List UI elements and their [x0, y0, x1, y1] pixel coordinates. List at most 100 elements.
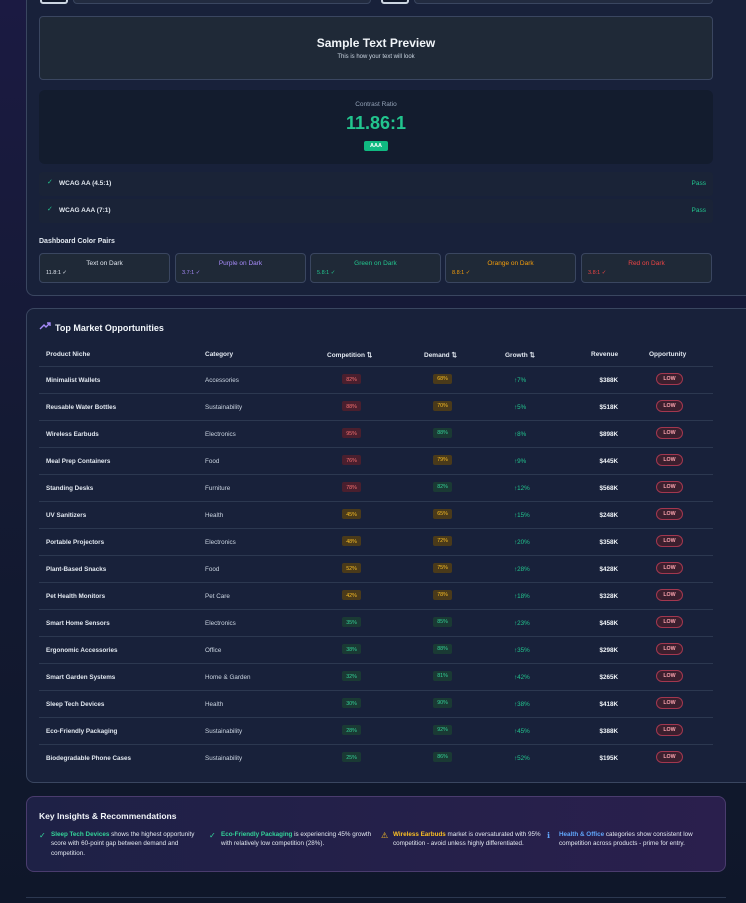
- growth-cell: ↑20%: [514, 539, 530, 546]
- color-pair-card[interactable]: Purple on Dark 3.7:1 ✓: [175, 253, 306, 283]
- category-cell: Food: [205, 458, 220, 465]
- table-row[interactable]: UV Sanitizers Health 45% 65% ↑15% $248K LOW: [39, 501, 713, 528]
- category-cell: Sustainability: [205, 728, 243, 735]
- competition-badge: 38%: [342, 644, 361, 654]
- competition-badge: 88%: [342, 401, 361, 411]
- revenue-cell: $298K: [599, 647, 618, 654]
- header-competition[interactable]: Competition ⇅: [327, 351, 372, 359]
- niche-cell: Reusable Water Bottles: [46, 404, 117, 411]
- preview-title: Sample Text Preview: [316, 36, 436, 50]
- niche-cell: Smart Home Sensors: [46, 620, 110, 627]
- contrast-ratio-card: Contrast Ratio 11.86:1 AAA: [39, 90, 713, 164]
- growth-cell: ↑35%: [514, 647, 530, 654]
- opportunity-badge: LOW: [656, 589, 683, 601]
- category-cell: Electronics: [205, 539, 236, 546]
- background-color-input[interactable]: [414, 0, 713, 4]
- header-opportunity: Opportunity: [649, 351, 687, 358]
- category-cell: Home & Garden: [205, 674, 251, 681]
- demand-badge: 68%: [433, 374, 452, 384]
- color-pair-card[interactable]: Text on Dark 11.8:1 ✓: [39, 253, 170, 283]
- revenue-cell: $358K: [599, 539, 618, 546]
- category-cell: Sustainability: [205, 755, 243, 762]
- revenue-cell: $568K: [599, 485, 618, 492]
- table-row[interactable]: Standing Desks Furniture 78% 82% ↑12% $568K LO…: [39, 474, 713, 501]
- competition-badge: 95%: [342, 428, 361, 438]
- revenue-cell: $388K: [599, 728, 618, 735]
- color-pair-card[interactable]: Red on Dark 3.8:1 ✓: [581, 253, 712, 283]
- opportunity-badge: LOW: [656, 643, 683, 655]
- growth-cell: ↑12%: [514, 485, 530, 492]
- table-row[interactable]: Smart Garden Systems Home & Garden 32% 81% ↑…: [39, 663, 713, 690]
- growth-cell: ↑45%: [514, 728, 530, 735]
- table-row[interactable]: Reusable Water Bottles Sustainability 88% 7…: [39, 393, 713, 420]
- growth-cell: ↑7%: [514, 377, 527, 384]
- table-row[interactable]: Sleep Tech Devices Health 30% 90% ↑38% $418K L…: [39, 690, 713, 717]
- category-cell: Office: [205, 647, 222, 654]
- insight-highlight: Sleep Tech Devices: [51, 831, 110, 838]
- demand-badge: 72%: [433, 536, 452, 546]
- check-icon: ✓: [47, 206, 53, 213]
- table-row[interactable]: Plant-Based Snacks Food 52% 75% ↑28% $428K LOW: [39, 555, 713, 582]
- opportunity-badge: LOW: [656, 616, 683, 628]
- table-row[interactable]: Eco-Friendly Packaging Sustainability 28% 9…: [39, 717, 713, 744]
- competition-badge: 30%: [342, 698, 361, 708]
- demand-badge: 78%: [433, 590, 452, 600]
- opportunity-badge: LOW: [656, 400, 683, 412]
- table-row[interactable]: Minimalist Wallets Accessories 82% 68% ↑7% $3…: [39, 366, 713, 393]
- foreground-color-swatch[interactable]: [40, 0, 68, 4]
- opportunity-badge: LOW: [656, 751, 683, 763]
- category-cell: Health: [205, 512, 224, 519]
- demand-badge: 81%: [433, 671, 452, 681]
- competition-badge: 42%: [342, 590, 361, 600]
- demand-badge: 92%: [433, 725, 452, 735]
- color-pair-card[interactable]: Green on Dark 5.8:1 ✓: [310, 253, 441, 283]
- table-row[interactable]: Wireless Earbuds Electronics 95% 88% ↑8% $898…: [39, 420, 713, 447]
- insights-title: Key Insights & Recommendations: [39, 811, 177, 821]
- color-pair-name: Red on Dark: [628, 260, 665, 267]
- insight-item: ✓ Sleep Tech Devices shows the highest op…: [39, 830, 209, 858]
- competition-badge: 25%: [342, 752, 361, 762]
- header-revenue: Revenue: [591, 351, 619, 358]
- opportunity-badge: LOW: [656, 697, 683, 709]
- color-pair-card[interactable]: Orange on Dark 8.8:1 ✓: [445, 253, 576, 283]
- competition-badge: 76%: [342, 455, 361, 465]
- table-row[interactable]: Ergonomic Accessories Office 38% 88% ↑35% $29…: [39, 636, 713, 663]
- table-row[interactable]: Smart Home Sensors Electronics 35% 85% ↑23% $…: [39, 609, 713, 636]
- niche-cell: Minimalist Wallets: [46, 377, 101, 384]
- table-row[interactable]: Biodegradable Phone Cases Sustainability 2…: [39, 744, 713, 771]
- revenue-cell: $428K: [599, 566, 618, 573]
- header-growth[interactable]: Growth ⇅: [505, 351, 535, 359]
- insight-highlight: Wireless Earbuds: [393, 831, 446, 838]
- color-pair-ratio: 5.8:1 ✓: [317, 270, 336, 276]
- table-row[interactable]: Pet Health Monitors Pet Care 42% 78% ↑18% $32…: [39, 582, 713, 609]
- category-cell: Electronics: [205, 431, 236, 438]
- opportunity-badge: LOW: [656, 508, 683, 520]
- background-color-swatch[interactable]: [381, 0, 409, 4]
- insight-item: ⚠ Wireless Earbuds market is oversaturate…: [381, 830, 551, 849]
- wcag-name: WCAG AA (4.5:1): [59, 180, 112, 187]
- demand-badge: 65%: [433, 509, 452, 519]
- demand-badge: 90%: [433, 698, 452, 708]
- color-pair-ratio: 3.8:1 ✓: [588, 270, 607, 276]
- niche-cell: Pet Health Monitors: [46, 593, 106, 600]
- check-icon: ✓: [47, 179, 53, 186]
- foreground-color-input[interactable]: [73, 0, 371, 4]
- demand-badge: 75%: [433, 563, 452, 573]
- revenue-cell: $458K: [599, 620, 618, 627]
- demand-badge: 86%: [433, 752, 452, 762]
- header-demand[interactable]: Demand ⇅: [424, 351, 457, 359]
- insight-highlight: Eco-Friendly Packaging: [221, 831, 293, 838]
- growth-cell: ↑52%: [514, 755, 530, 762]
- competition-badge: 35%: [342, 617, 361, 627]
- category-cell: Pet Care: [205, 593, 230, 600]
- niche-cell: Plant-Based Snacks: [46, 566, 107, 573]
- preview-subtitle: This is how your text will look: [337, 54, 415, 60]
- table-row[interactable]: Meal Prep Containers Food 76% 79% ↑9% $445K LO…: [39, 447, 713, 474]
- table-row[interactable]: Portable Projectors Electronics 48% 72% ↑20%…: [39, 528, 713, 555]
- category-cell: Furniture: [205, 485, 231, 492]
- wcag-status: Pass: [691, 207, 706, 214]
- color-pair-name: Purple on Dark: [218, 260, 263, 267]
- niche-cell: Standing Desks: [46, 485, 94, 492]
- opportunity-badge: LOW: [656, 562, 683, 574]
- competition-badge: 48%: [342, 536, 361, 546]
